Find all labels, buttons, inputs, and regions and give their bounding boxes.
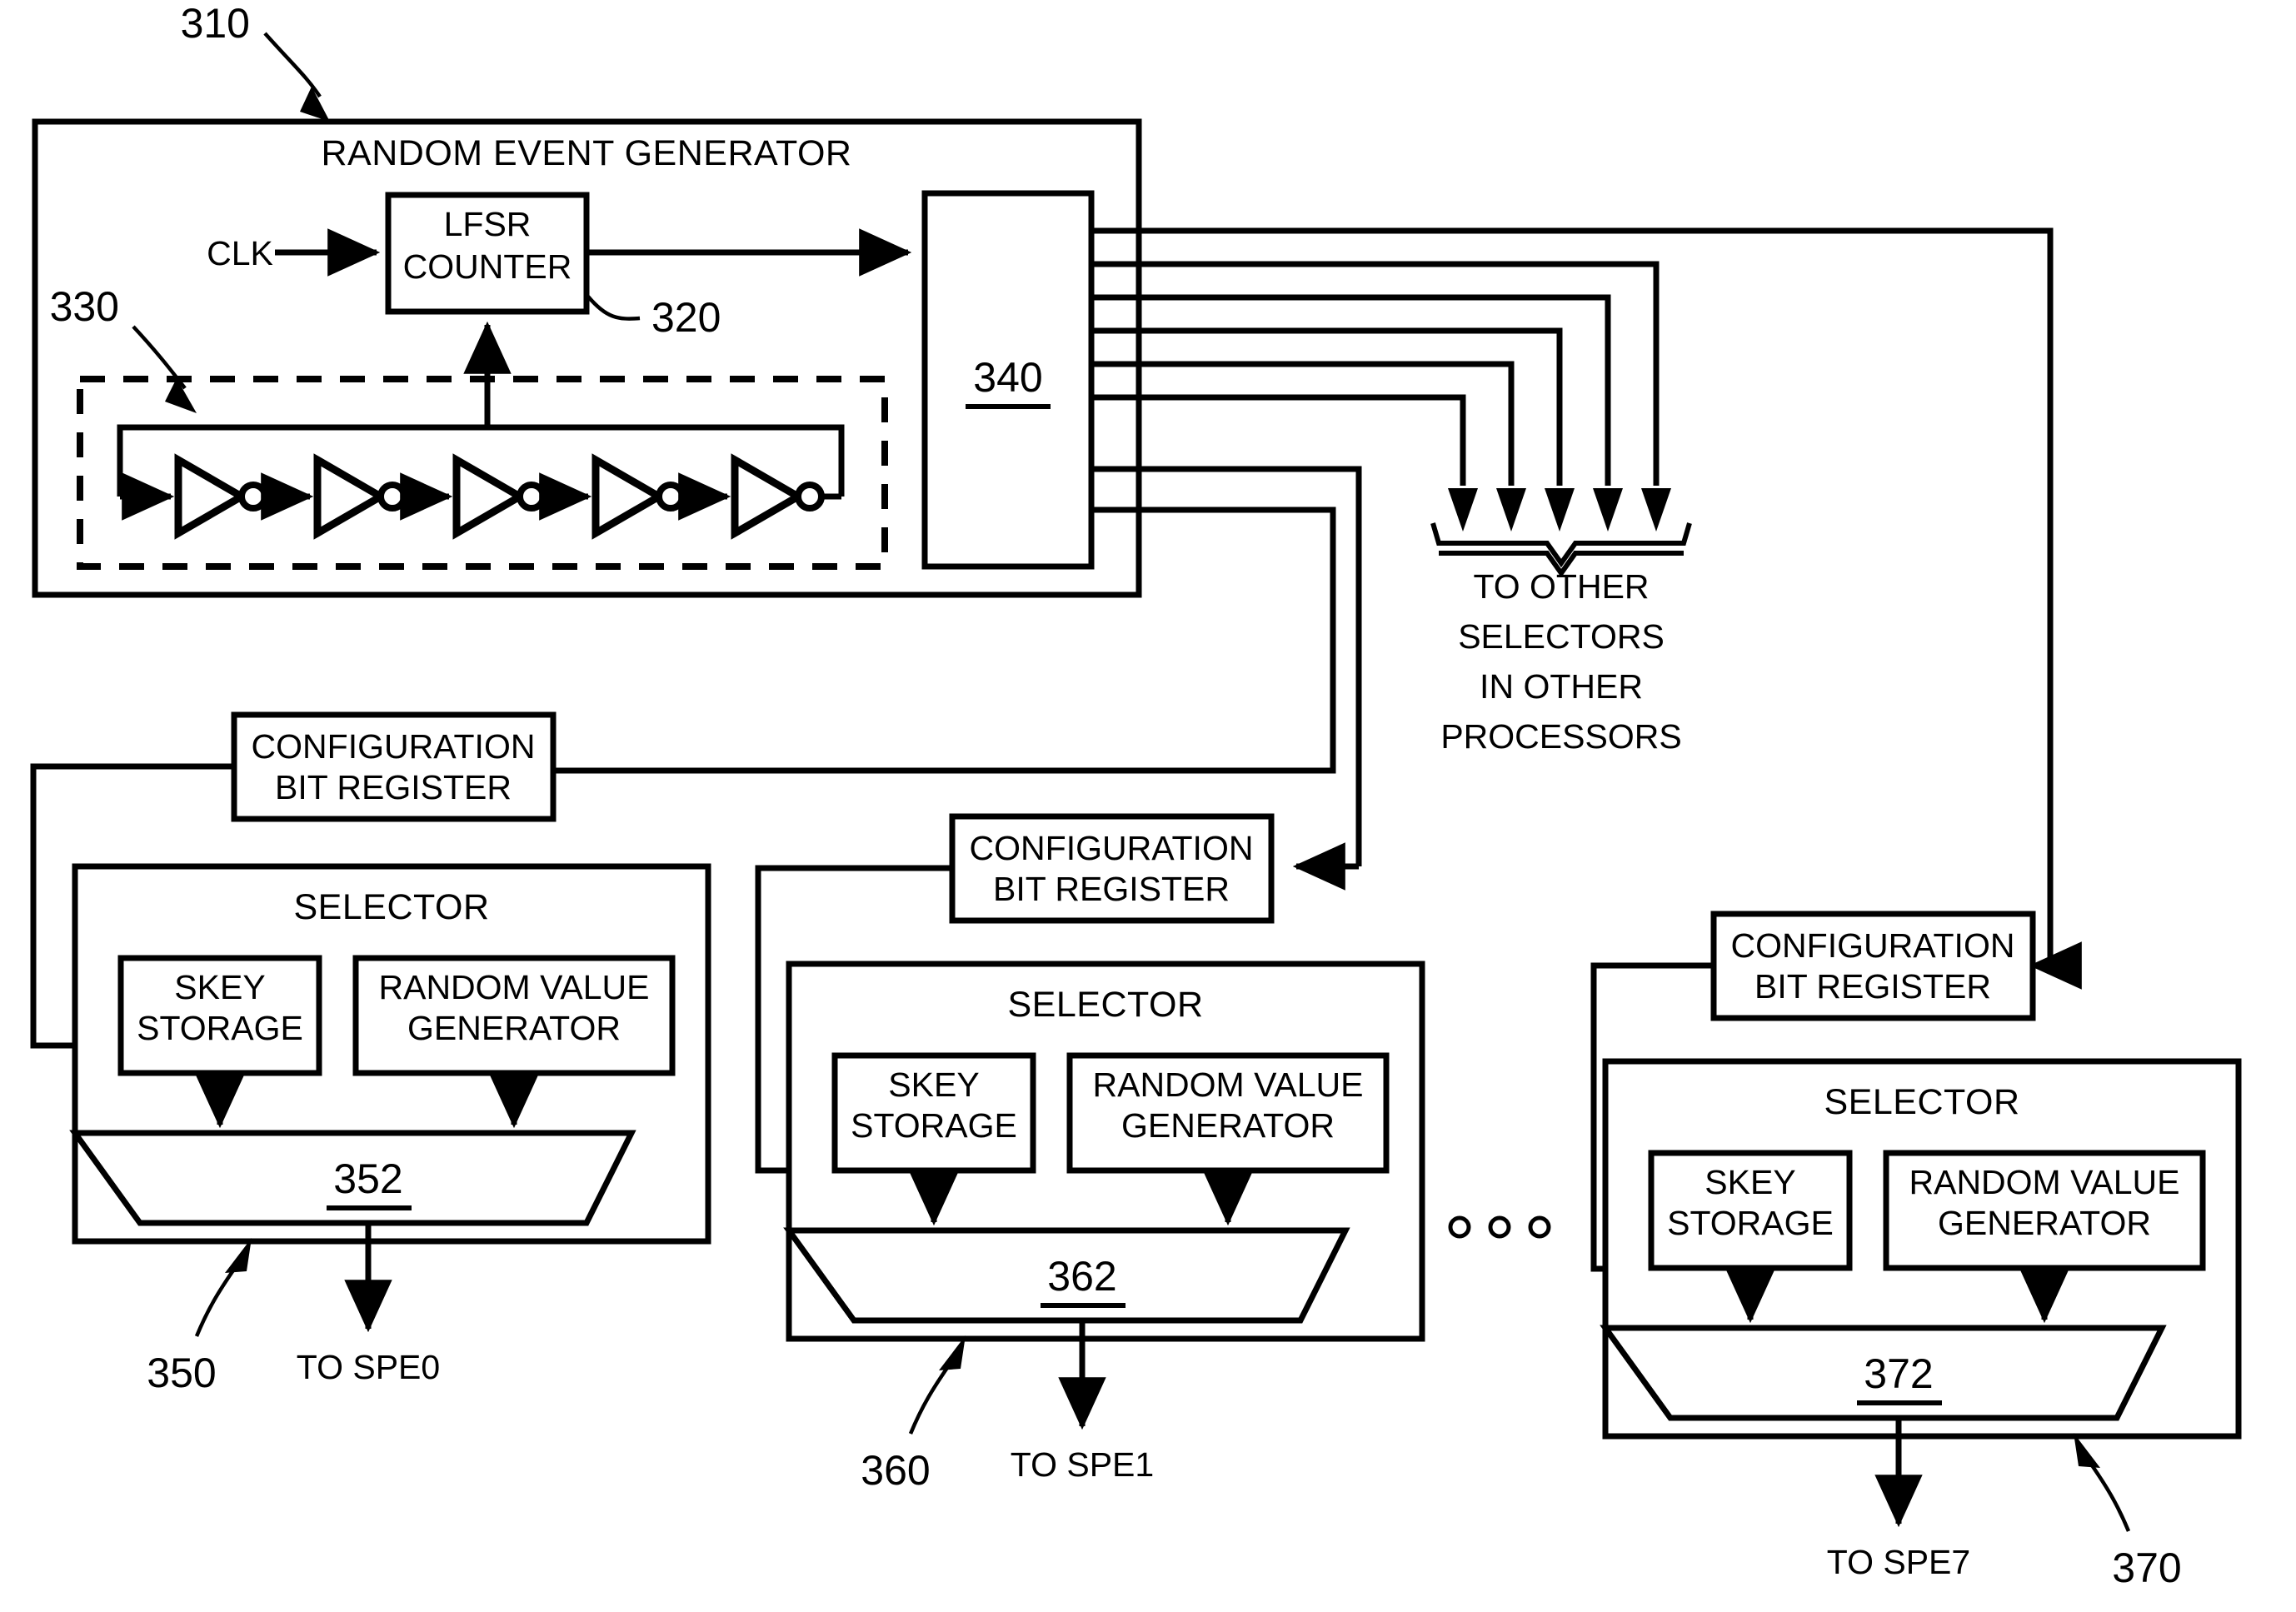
ref-310-label: 310 <box>181 0 250 47</box>
inverter-bubble-4 <box>656 482 686 512</box>
inverter-bubble-5 <box>795 482 825 512</box>
inverter-bubble-3 <box>517 482 547 512</box>
ref-370-leader <box>2089 1461 2131 1532</box>
random-event-generator-label: RANDOM EVENT GENERATOR <box>322 133 852 173</box>
random-value-generator-1-line2: GENERATOR <box>1121 1106 1335 1145</box>
distributor-rail-6 <box>1091 394 1466 486</box>
skey-storage-2-line1: SKEY <box>1705 1163 1795 1201</box>
config-bit-register-1-line2: BIT REGISTER <box>993 870 1230 908</box>
ref-360-label: 360 <box>861 1447 930 1494</box>
ref-352-label: 352 <box>333 1155 402 1202</box>
fanout-arrowhead-3 <box>1545 488 1575 532</box>
ellipsis-dot-1 <box>1448 1215 1471 1239</box>
random-value-generator-2-line1: RANDOM VALUE <box>1909 1163 2179 1201</box>
ref-350-label: 350 <box>147 1350 216 1396</box>
fanout-arrowhead-5 <box>1641 488 1671 532</box>
lfsr-counter-label-line2: COUNTER <box>403 247 572 286</box>
skey-storage-1-line1: SKEY <box>888 1066 979 1104</box>
fanout-arrowhead-4 <box>1593 488 1623 532</box>
skey-storage-0-line1: SKEY <box>174 968 265 1006</box>
selector-2-title: SELECTOR <box>1824 1082 2020 1122</box>
ellipsis-dot-2 <box>1488 1215 1511 1239</box>
ref-362-label: 362 <box>1047 1253 1116 1300</box>
fanout-arrowhead-2 <box>1496 488 1526 532</box>
random-value-generator-1-line1: RANDOM VALUE <box>1092 1066 1363 1104</box>
fanout-brace <box>1430 522 1692 568</box>
ref-370-label: 370 <box>2112 1545 2181 1591</box>
fanout-note-line2: SELECTORS <box>1458 617 1665 656</box>
skey-storage-1-line2: STORAGE <box>851 1106 1017 1145</box>
distributor-rail-4 <box>1091 327 1563 486</box>
distributor-rail-3 <box>1091 294 1611 486</box>
ref-340-label: 340 <box>973 354 1042 401</box>
ref-360-leader <box>908 1364 951 1435</box>
fanout-note-line3: IN OTHER <box>1480 667 1643 706</box>
config-bit-register-2-line1: CONFIGURATION <box>1731 926 2015 965</box>
lfsr-counter-label-line1: LFSR <box>444 205 532 243</box>
selector-0-output-label: TO SPE0 <box>297 1348 440 1386</box>
ref-350-leader <box>194 1266 237 1337</box>
diagram-canvas: RANDOM EVENT GENERATOR 310 LFSR COUNTER … <box>30 0 2242 1591</box>
fanout-arrowhead-1 <box>1448 488 1478 532</box>
ref-330-label: 330 <box>50 283 119 330</box>
selector-1-title: SELECTOR <box>1008 985 1204 1025</box>
random-value-generator-0-line1: RANDOM VALUE <box>378 968 649 1006</box>
skey-storage-0-line2: STORAGE <box>137 1009 303 1047</box>
clk-label: CLK <box>207 234 273 272</box>
config-bit-register-2-line2: BIT REGISTER <box>1754 967 1991 1006</box>
config-bit-register-0-line2: BIT REGISTER <box>275 768 512 806</box>
fanout-note-line1: TO OTHER <box>1473 567 1649 606</box>
ref-372-label: 372 <box>1864 1350 1933 1397</box>
patent-figure: RANDOM EVENT GENERATOR 310 LFSR COUNTER … <box>0 0 2296 1612</box>
fanout-note-line4: PROCESSORS <box>1440 717 1681 756</box>
ellipsis-dot-3 <box>1528 1215 1551 1239</box>
random-value-generator-2-line2: GENERATOR <box>1938 1204 2151 1242</box>
selector-2-output-label: TO SPE7 <box>1827 1543 1970 1581</box>
inverter-bubble-1 <box>238 482 268 512</box>
selector-1-output-label: TO SPE1 <box>1011 1445 1154 1484</box>
selector-0-title: SELECTOR <box>294 887 490 927</box>
inverter-bubble-2 <box>377 482 407 512</box>
config-bit-register-0-line1: CONFIGURATION <box>252 727 536 766</box>
random-value-generator-0-line2: GENERATOR <box>407 1009 621 1047</box>
ref-320-label: 320 <box>651 294 721 341</box>
config-bit-register-1-line1: CONFIGURATION <box>970 829 1254 867</box>
skey-storage-2-line2: STORAGE <box>1667 1204 1834 1242</box>
